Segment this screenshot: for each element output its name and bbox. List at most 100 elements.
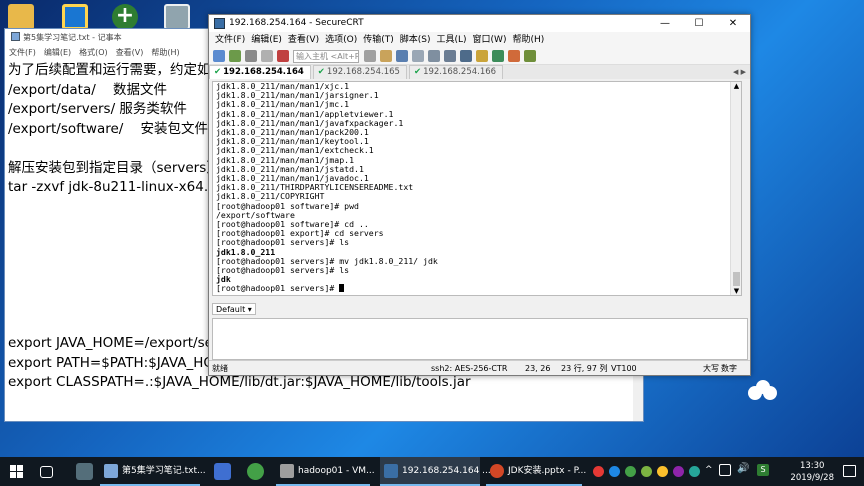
command-window-bar: Default ▾ xyxy=(212,301,748,317)
notepad-title: 第5集学习笔记.txt - 记事本 xyxy=(23,33,122,42)
taskbar: 第5集学习笔记.txt... hadoop01 - VM... 192.168.… xyxy=(0,457,864,486)
notepad-menu-file[interactable]: 文件(F) xyxy=(9,48,36,57)
menu-help[interactable]: 帮助(H) xyxy=(512,35,544,45)
taskbar-browser-icon[interactable] xyxy=(247,463,264,480)
status-size: 23 行, 97 列 xyxy=(561,364,608,373)
notification-center-icon[interactable] xyxy=(843,465,856,477)
taskbar-pinned-app-icon[interactable] xyxy=(214,463,231,480)
tab-session-164[interactable]: ✔ 192.168.254.164 xyxy=(209,65,311,79)
input-method-icon[interactable]: S xyxy=(757,464,769,476)
tab-session-165[interactable]: ✔ 192.168.254.165 xyxy=(312,65,407,79)
status-bar: 就绪 ssh2: AES-256-CTR 23, 26 23 行, 97 列 V… xyxy=(209,360,750,375)
clock-time: 13:30 xyxy=(799,461,825,471)
print-icon[interactable] xyxy=(412,50,424,62)
host-input[interactable]: 输入主机 <Alt+R> xyxy=(293,49,359,63)
tab-scroll-arrows-icon[interactable]: ◀ ▶ xyxy=(733,65,746,79)
tray-record-icon[interactable] xyxy=(593,466,604,477)
notepad-menu-edit[interactable]: 编辑(E) xyxy=(44,48,71,57)
maximize-button[interactable]: ☐ xyxy=(682,15,716,32)
tray-chevron-icon[interactable]: ^ xyxy=(705,465,713,475)
tray-app5-icon[interactable] xyxy=(689,466,700,477)
status-num: 数字 xyxy=(721,364,737,373)
sftp-icon[interactable] xyxy=(476,50,488,62)
powerpoint-task-icon xyxy=(490,464,504,478)
connected-check-icon: ✔ xyxy=(317,67,325,77)
terminal-line: [root@hadoop01 servers]# xyxy=(216,284,438,293)
status-cipher: ssh2: AES-256-CTR xyxy=(431,364,508,373)
tray-wechat-icon[interactable] xyxy=(625,466,636,477)
find-icon[interactable] xyxy=(396,50,408,62)
status-terminal-type: VT100 xyxy=(611,364,637,373)
securecrt-title-bar[interactable]: 192.168.254.164 - SecureCRT — ☐ ✕ xyxy=(209,15,750,32)
taskbar-notepad[interactable]: 第5集学习笔记.txt... xyxy=(100,457,206,486)
copy-icon[interactable] xyxy=(364,50,376,62)
global-options-icon[interactable] xyxy=(460,50,472,62)
status-cursor-position: 23, 26 xyxy=(525,364,551,373)
network-icon[interactable] xyxy=(719,464,731,476)
taskbar-securecrt[interactable]: 192.168.254.164 ... xyxy=(380,457,491,486)
notepad-menu-help[interactable]: 帮助(H) xyxy=(151,48,179,57)
scroll-up-icon[interactable]: ▲ xyxy=(731,82,741,90)
connected-check-icon: ✔ xyxy=(413,67,422,77)
terminal-output[interactable]: jdk1.8.0_211/man/man1/xjc.1 jdk1.8.0_211/… xyxy=(212,81,742,296)
taskbar-vmware[interactable]: hadoop01 - VM... xyxy=(276,457,375,486)
session-options-icon[interactable] xyxy=(444,50,456,62)
keymap-icon[interactable] xyxy=(492,50,504,62)
tray-app2-icon[interactable] xyxy=(641,466,652,477)
quick-connect-icon[interactable] xyxy=(229,50,241,62)
securecrt-menu-bar: 文件(F) 编辑(E) 查看(V) 选项(O) 传输(T) 脚本(S) 工具(L) 窗口(W)… xyxy=(209,32,750,48)
task-view-icon[interactable] xyxy=(40,466,53,478)
desktop-folder-icon[interactable] xyxy=(8,4,34,30)
menu-edit[interactable]: 编辑(E) xyxy=(251,35,282,45)
notepad-menu-format[interactable]: 格式(O) xyxy=(79,48,108,57)
desktop-plus-app-icon[interactable]: + xyxy=(112,4,138,30)
clock[interactable]: 13:30 2019/9/28 xyxy=(790,460,834,484)
securecrt-window: 192.168.254.164 - SecureCRT — ☐ ✕ 文件(F) 编辑(… xyxy=(208,14,751,376)
tab-session-166[interactable]: ✔ 192.168.254.166 xyxy=(408,65,504,79)
menu-file[interactable]: 文件(F) xyxy=(215,35,245,45)
notepad-task-icon xyxy=(104,464,118,478)
terminal-cursor xyxy=(339,284,345,293)
taskbar-app-icon[interactable] xyxy=(76,463,93,480)
connect-tab-icon[interactable] xyxy=(245,50,257,62)
desktop-app-icon[interactable] xyxy=(62,4,88,30)
menu-view[interactable]: 查看(V) xyxy=(288,35,319,45)
disconnect-icon[interactable] xyxy=(277,50,289,62)
close-button[interactable]: ✕ xyxy=(716,15,750,32)
desktop-image-icon[interactable] xyxy=(164,4,190,30)
volume-icon[interactable]: 🔊 xyxy=(737,463,749,474)
windows-start-icon[interactable] xyxy=(10,465,23,478)
tray-app4-icon[interactable] xyxy=(673,466,684,477)
clock-date: 2019/9/28 xyxy=(790,473,834,483)
scroll-down-icon[interactable]: ▼ xyxy=(731,287,741,295)
help-icon[interactable] xyxy=(508,50,520,62)
scrollbar-thumb[interactable] xyxy=(733,272,740,286)
command-session-select[interactable]: Default ▾ xyxy=(212,303,256,315)
print-preview-icon[interactable] xyxy=(428,50,440,62)
menu-window[interactable]: 窗口(W) xyxy=(473,35,507,45)
paste-icon[interactable] xyxy=(380,50,392,62)
command-input-area[interactable] xyxy=(212,318,748,360)
securecrt-toolbar: 输入主机 <Alt+R> xyxy=(209,48,750,65)
securecrt-task-icon xyxy=(384,464,398,478)
menu-options[interactable]: 选项(O) xyxy=(325,35,357,45)
menu-transfer[interactable]: 传输(T) xyxy=(363,35,394,45)
desktop-cloud-icon[interactable] xyxy=(748,380,778,400)
menu-tools[interactable]: 工具(L) xyxy=(437,35,467,45)
taskbar-powerpoint[interactable]: JDK安装.pptx - P... xyxy=(486,457,586,486)
terminal-scrollbar[interactable]: ▲ ▼ xyxy=(730,82,741,295)
tray-app3-icon[interactable] xyxy=(657,466,668,477)
terminal-line: [root@hadoop01 servers]# ls xyxy=(216,265,350,276)
session-tabs: ✔ 192.168.254.164 ✔ 192.168.254.165 ✔ 192.1… xyxy=(209,65,750,79)
securecrt-logo-icon xyxy=(214,18,225,29)
connect-icon[interactable] xyxy=(213,50,225,62)
minimize-button[interactable]: — xyxy=(648,15,682,32)
connected-check-icon: ✔ xyxy=(214,67,222,77)
terminal-text[interactable]: jdk1.8.0_211/man/man1/xjc.1 jdk1.8.0_211/… xyxy=(216,82,438,294)
notepad-menu-view[interactable]: 查看(V) xyxy=(116,48,144,57)
tray-app-icon[interactable] xyxy=(609,466,620,477)
script-icon[interactable] xyxy=(524,50,536,62)
menu-script[interactable]: 脚本(S) xyxy=(400,35,431,45)
securecrt-title: 192.168.254.164 - SecureCRT xyxy=(229,18,364,28)
reconnect-icon[interactable] xyxy=(261,50,273,62)
